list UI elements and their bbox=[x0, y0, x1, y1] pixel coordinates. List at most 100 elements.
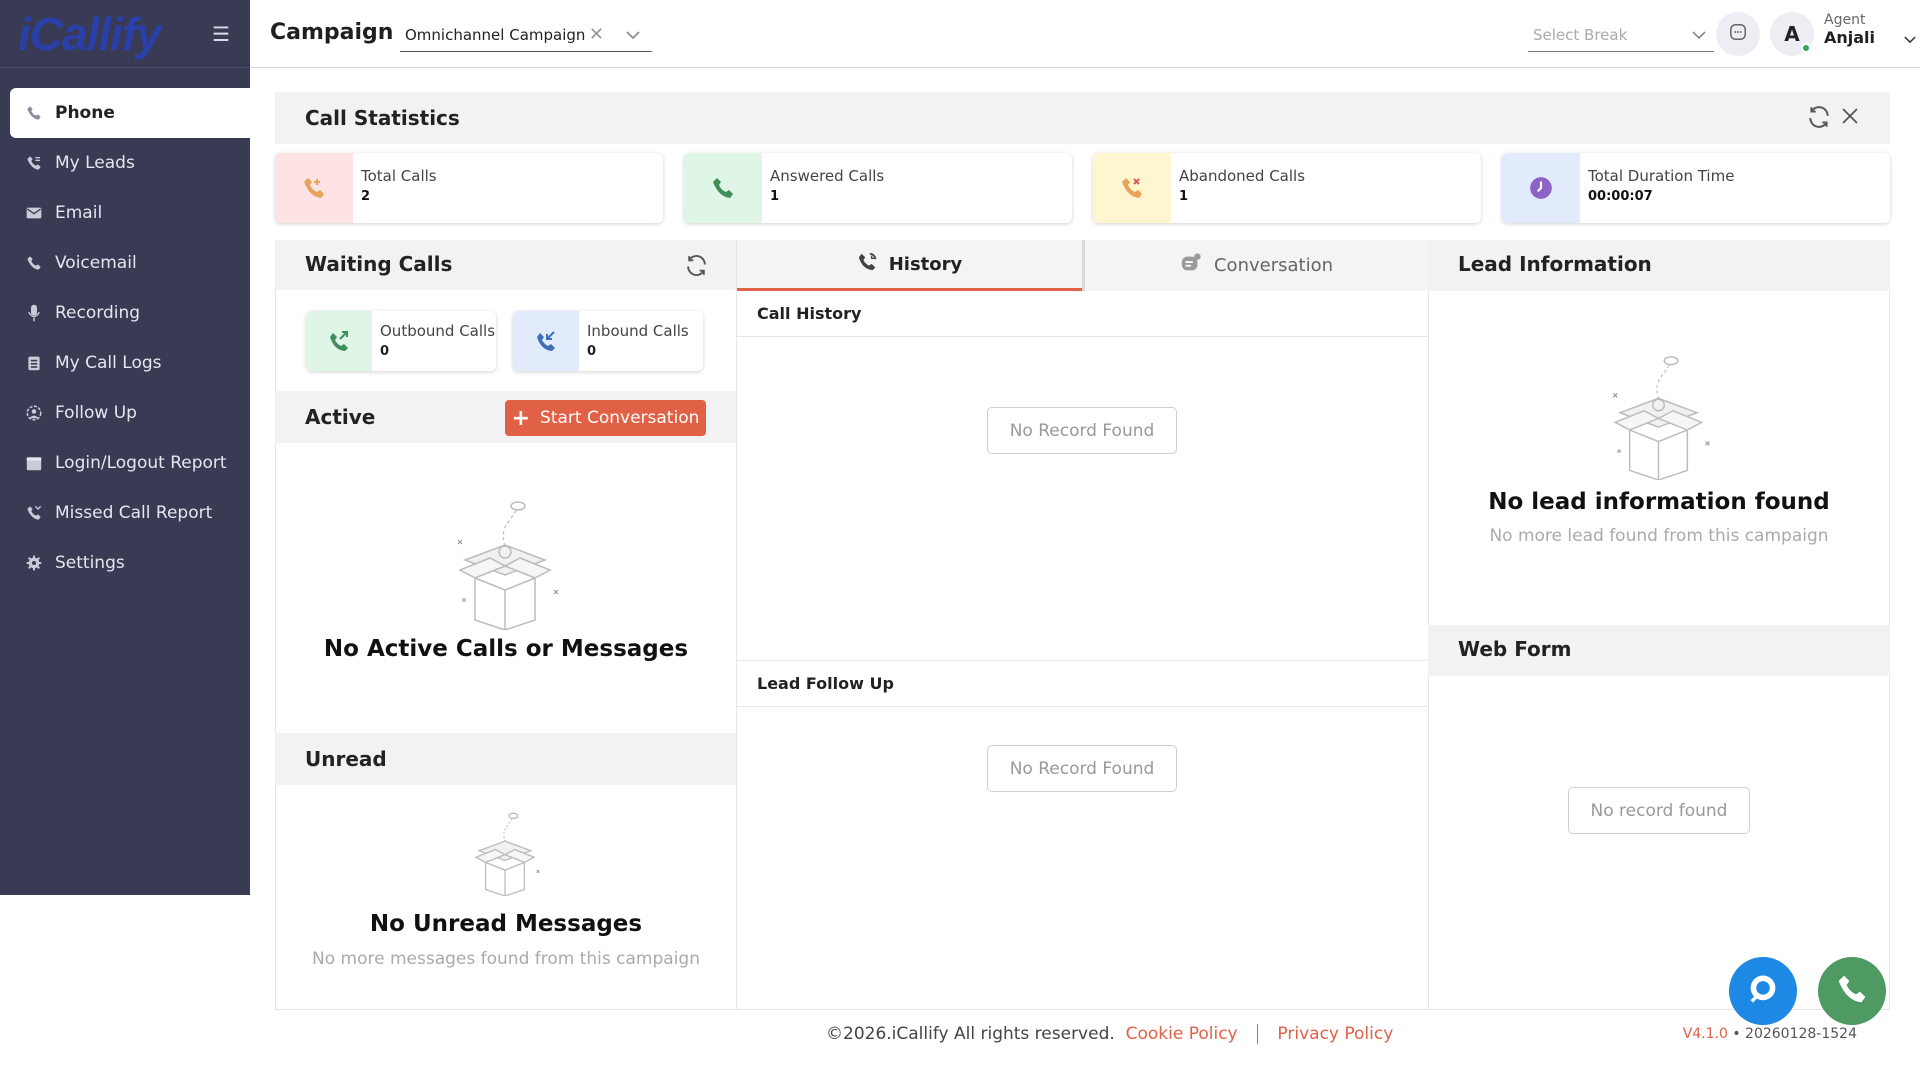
campaign-select[interactable]: Omnichannel Campaign ✕ bbox=[400, 18, 652, 52]
stat-label: Total Calls bbox=[361, 167, 437, 185]
cookie-policy-link[interactable]: Cookie Policy bbox=[1126, 1024, 1238, 1044]
calendar-icon bbox=[24, 453, 44, 473]
sidebar: iCallify ☰ Phone My Leads Email Voicemai… bbox=[0, 0, 250, 895]
sidebar-item-label: Follow Up bbox=[55, 403, 137, 423]
total-calls-card: Total Calls 2 bbox=[275, 153, 663, 223]
stat-value: 2 bbox=[361, 189, 371, 204]
chevron-down-icon[interactable] bbox=[1904, 32, 1916, 48]
copyright: ©2026.iCallify All rights reserved. bbox=[826, 1024, 1115, 1044]
answered-calls-icon bbox=[684, 153, 762, 223]
close-icon[interactable] bbox=[1838, 104, 1862, 132]
sidebar-item-label: Email bbox=[55, 203, 103, 223]
build-number: • 20260128-1524 bbox=[1732, 1026, 1857, 1042]
outbound-label: Outbound Calls bbox=[380, 322, 496, 340]
tab-history-label: History bbox=[888, 253, 963, 275]
sidebar-item-email[interactable]: Email bbox=[0, 188, 250, 238]
chat-fab-button[interactable] bbox=[1729, 957, 1797, 1025]
footer: ©2026.iCallify All rights reserved. Cook… bbox=[826, 1024, 1393, 1044]
stat-label: Answered Calls bbox=[770, 167, 885, 185]
stat-value: 00:00:07 bbox=[1588, 189, 1653, 204]
answered-calls-card: Answered Calls 1 bbox=[684, 153, 1072, 223]
refresh-icon[interactable] bbox=[684, 253, 709, 282]
avatar[interactable]: A bbox=[1770, 12, 1814, 56]
sidebar-item-settings[interactable]: Settings bbox=[0, 538, 250, 588]
sidebar-item-label: Login/Logout Report bbox=[55, 453, 227, 473]
chevron-down-icon[interactable] bbox=[626, 26, 640, 44]
campaign-value: Omnichannel Campaign bbox=[405, 25, 586, 44]
agent-name: Anjali bbox=[1824, 28, 1876, 47]
active-empty-title: No Active Calls or Messages bbox=[323, 636, 689, 662]
stat-label: Abandoned Calls bbox=[1179, 167, 1306, 185]
sidebar-item-label: Recording bbox=[55, 303, 141, 323]
sidebar-item-voicemail[interactable]: Voicemail bbox=[0, 238, 250, 288]
leads-icon bbox=[24, 153, 44, 173]
tab-conversation[interactable]: Conversation bbox=[1085, 240, 1428, 291]
unread-header: Unread bbox=[275, 733, 737, 785]
unread-empty-subtitle: No more messages found from this campaig… bbox=[312, 949, 700, 969]
waiting-calls-header: Waiting Calls bbox=[275, 240, 737, 290]
refresh-icon[interactable] bbox=[1806, 104, 1832, 134]
sidebar-item-label: Voicemail bbox=[55, 253, 137, 273]
sidebar-nav: Phone My Leads Email Voicemail Recording… bbox=[0, 88, 250, 588]
sidebar-item-label: Settings bbox=[55, 553, 125, 573]
microphone-icon bbox=[24, 303, 44, 323]
total-calls-icon bbox=[275, 153, 353, 223]
inbound-call-icon bbox=[513, 311, 579, 371]
abandoned-calls-icon bbox=[1093, 153, 1171, 223]
active-title: Active bbox=[305, 405, 376, 429]
outbound-calls-card: Outbound Calls 0 bbox=[306, 311, 496, 371]
follow-up-icon bbox=[24, 403, 44, 423]
lead-follow-up-empty: No Record Found bbox=[987, 745, 1177, 792]
email-icon bbox=[24, 203, 44, 223]
total-duration-card: Total Duration Time 00:00:07 bbox=[1502, 153, 1890, 223]
start-conversation-button[interactable]: + Start Conversation bbox=[505, 400, 706, 436]
unread-empty-title: No Unread Messages bbox=[369, 911, 643, 937]
outbound-value: 0 bbox=[380, 344, 390, 359]
sidebar-item-label: Phone bbox=[55, 103, 115, 123]
privacy-policy-link[interactable]: Privacy Policy bbox=[1277, 1024, 1393, 1044]
gear-icon bbox=[24, 553, 44, 573]
start-conversation-label: Start Conversation bbox=[540, 408, 700, 428]
phone-history-icon bbox=[857, 251, 879, 278]
dialer-fab-button[interactable] bbox=[1818, 957, 1886, 1025]
page-title: Campaign bbox=[270, 20, 394, 45]
empty-box-illustration bbox=[440, 500, 570, 634]
sidebar-item-follow-up[interactable]: Follow Up bbox=[0, 388, 250, 438]
hamburger-menu-icon[interactable]: ☰ bbox=[212, 22, 230, 46]
avatar-letter: A bbox=[1784, 22, 1800, 46]
clock-icon bbox=[1502, 153, 1580, 223]
sidebar-item-phone[interactable]: Phone bbox=[10, 88, 250, 138]
tab-history[interactable]: History bbox=[737, 240, 1082, 291]
agent-menu[interactable]: Agent Anjali bbox=[1824, 12, 1916, 47]
call-history-header: Call History bbox=[737, 291, 1427, 337]
missed-call-icon bbox=[24, 503, 44, 523]
online-status-dot bbox=[1801, 43, 1811, 53]
sidebar-item-label: My Call Logs bbox=[55, 353, 162, 373]
conversation-icon bbox=[1180, 252, 1202, 279]
stat-label: Total Duration Time bbox=[1588, 167, 1735, 185]
chevron-down-icon[interactable] bbox=[1692, 26, 1706, 44]
middle-column bbox=[736, 240, 1429, 1010]
web-form-title: Web Form bbox=[1458, 637, 1572, 661]
logo: iCallify bbox=[18, 7, 162, 60]
clear-icon[interactable]: ✕ bbox=[589, 24, 604, 45]
chat-status-button[interactable] bbox=[1716, 12, 1760, 56]
tab-conversation-label: Conversation bbox=[1213, 255, 1333, 276]
call-history-empty: No Record Found bbox=[987, 407, 1177, 454]
lead-empty-subtitle: No more lead found from this campaign bbox=[1489, 526, 1829, 546]
sidebar-item-missed-call-report[interactable]: Missed Call Report bbox=[0, 488, 250, 538]
call-statistics-header: Call Statistics bbox=[275, 92, 1890, 144]
sidebar-item-recording[interactable]: Recording bbox=[0, 288, 250, 338]
stat-value: 1 bbox=[770, 189, 780, 204]
unread-title: Unread bbox=[305, 747, 387, 771]
inbound-value: 0 bbox=[587, 344, 597, 359]
empty-box-illustration bbox=[1596, 355, 1721, 484]
sidebar-item-my-call-logs[interactable]: My Call Logs bbox=[0, 338, 250, 388]
sidebar-item-login-logout-report[interactable]: Login/Logout Report bbox=[0, 438, 250, 488]
lead-empty-title: No lead information found bbox=[1488, 489, 1830, 515]
sidebar-item-my-leads[interactable]: My Leads bbox=[0, 138, 250, 188]
agent-role: Agent bbox=[1824, 12, 1866, 28]
outbound-call-icon bbox=[306, 311, 372, 371]
break-select[interactable]: Select Break bbox=[1528, 18, 1714, 52]
lead-follow-up-header: Lead Follow Up bbox=[737, 661, 1427, 707]
